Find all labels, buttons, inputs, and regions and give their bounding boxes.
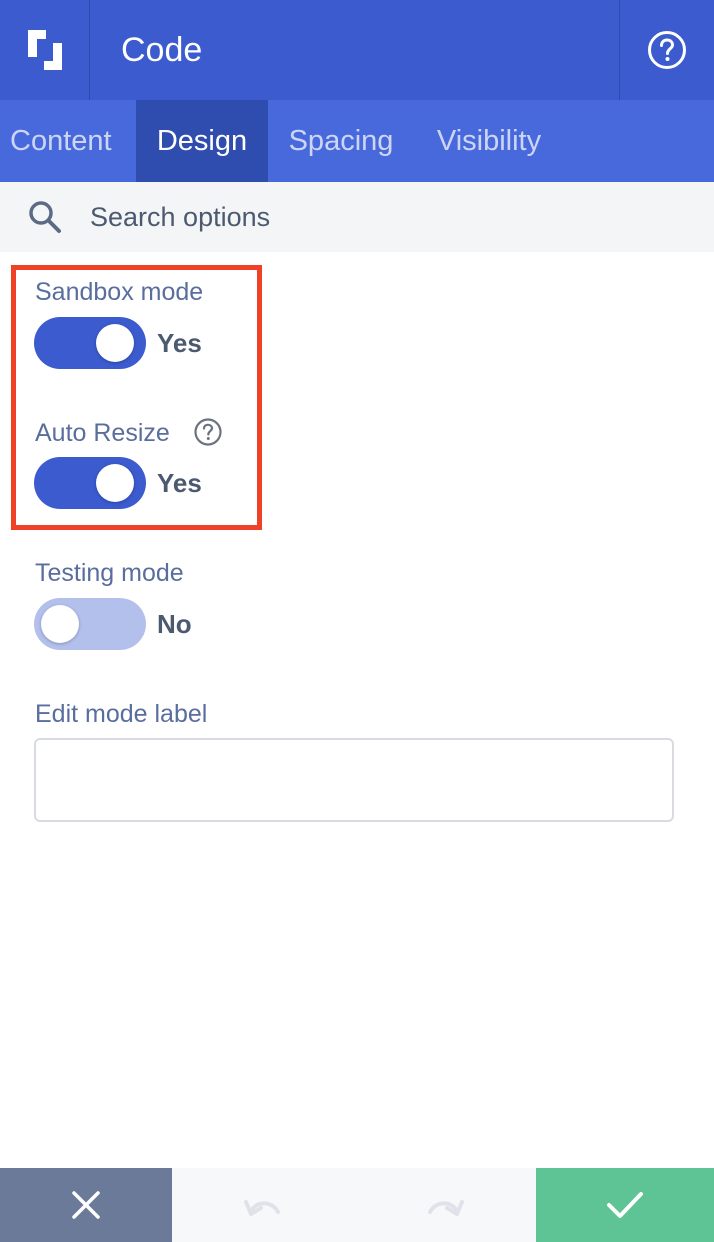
redo-button[interactable] [354,1168,536,1242]
testing-mode-toggle[interactable] [34,598,146,650]
close-button[interactable] [0,1168,172,1242]
tab-bar: Content Design Spacing Visibility [0,100,714,182]
tab-spacing[interactable]: Spacing [268,100,414,182]
builder-logo-icon [0,0,90,100]
tab-design[interactable]: Design [136,100,268,182]
edit-mode-label-label: Edit mode label [35,700,208,728]
sandbox-mode-label: Sandbox mode [35,278,204,306]
toggle-knob [41,605,79,643]
search-icon [0,199,90,235]
sandbox-mode-toggle[interactable] [34,317,146,369]
sandbox-mode-state: Yes [157,328,202,358]
testing-mode-label: Testing mode [35,559,184,587]
close-icon [72,1191,100,1219]
redo-icon [428,1200,464,1216]
footer-actions [0,1168,714,1242]
undo-icon [244,1200,280,1216]
panel-header: Code [0,0,714,100]
auto-resize-label: Auto Resize [35,419,170,447]
testing-mode-state: No [157,609,192,639]
help-circle-icon [648,31,686,69]
save-button[interactable] [536,1168,714,1242]
auto-resize-state: Yes [157,468,202,498]
tab-visibility[interactable]: Visibility [414,100,564,182]
undo-button[interactable] [172,1168,354,1242]
toggle-knob [96,464,134,502]
search-bar [0,182,714,252]
panel-title: Code [121,30,203,69]
checkmark-icon [607,1192,643,1218]
question-circle-icon[interactable] [193,417,223,447]
code-settings-panel: Code Content Design Spacing Visibility S… [0,0,714,1242]
toggle-knob [96,324,134,362]
auto-resize-toggle[interactable] [34,457,146,509]
tab-content[interactable]: Content [0,100,136,182]
edit-mode-label-input[interactable] [34,738,674,822]
help-button[interactable] [619,0,714,100]
search-input[interactable] [90,187,714,247]
